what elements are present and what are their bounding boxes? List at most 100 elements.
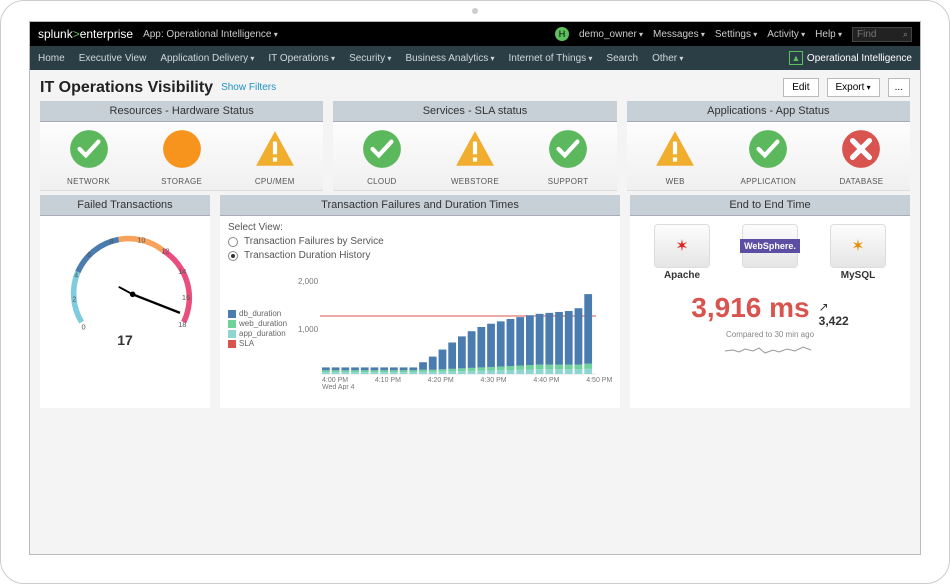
- status-label: APPLICATION: [741, 177, 797, 186]
- status-cpumem[interactable]: CPU/MEM: [240, 128, 310, 186]
- messages-menu[interactable]: Messages: [653, 29, 705, 40]
- device-camera: [472, 8, 478, 14]
- tfd-header: Transaction Failures and Duration Times: [220, 195, 620, 216]
- e2e-compared-label: Compared to 30 min ago: [638, 330, 902, 339]
- server-apache: ✶Apache: [645, 224, 719, 282]
- nav-other[interactable]: Other: [652, 53, 683, 64]
- status-application[interactable]: APPLICATION: [733, 128, 803, 186]
- status-label: NETWORK: [67, 177, 110, 186]
- nav-it-operations[interactable]: IT Operations: [268, 53, 335, 64]
- status-label: WEB: [666, 177, 685, 186]
- nav-home[interactable]: Home: [38, 53, 65, 64]
- svg-text:8: 8: [109, 237, 113, 246]
- select-view-label: Select View:: [228, 222, 612, 233]
- user-avatar[interactable]: H: [555, 27, 569, 41]
- status-webstore[interactable]: WEBSTORE: [440, 128, 510, 186]
- show-filters-link[interactable]: Show Filters: [221, 82, 276, 93]
- svg-text:18: 18: [178, 320, 186, 329]
- gauge-chart: 0 2 4 6 8 10 12 14 16 18: [48, 220, 208, 350]
- svg-text:4:30 PM: 4:30 PM: [481, 377, 507, 384]
- edit-button[interactable]: Edit: [783, 78, 818, 97]
- status-label: CPU/MEM: [255, 177, 295, 186]
- status-label: WEBSTORE: [451, 177, 499, 186]
- sla-header: Services - SLA status: [333, 101, 616, 122]
- svg-text:2,000: 2,000: [298, 277, 319, 286]
- status-network[interactable]: NETWORK: [54, 128, 124, 186]
- svg-text:12: 12: [161, 246, 169, 255]
- end-to-end-panel: End to End Time ✶ApacheWebSphere.✶MySQL …: [630, 195, 910, 408]
- status-label: CLOUD: [367, 177, 397, 186]
- err-icon: [840, 128, 882, 173]
- svg-text:2: 2: [72, 295, 76, 304]
- sla-panel: Services - SLA status CLOUD WEBSTORE SUPPO…: [333, 101, 616, 191]
- sparkline: [725, 341, 815, 357]
- more-button[interactable]: ...: [888, 78, 910, 97]
- app-selector[interactable]: App: Operational Intelligence: [143, 29, 278, 40]
- apps-header: Applications - App Status: [627, 101, 910, 122]
- status-cloud[interactable]: CLOUD: [347, 128, 417, 186]
- ok-icon: [68, 128, 110, 173]
- ok-icon: [547, 128, 589, 173]
- svg-text:4:40 PM: 4:40 PM: [533, 377, 559, 384]
- e2e-previous: ↗ 3,422: [819, 300, 849, 328]
- hardware-header: Resources - Hardware Status: [40, 101, 323, 122]
- svg-text:1,000: 1,000: [298, 325, 319, 334]
- nav-business-analytics[interactable]: Business Analytics: [405, 53, 494, 64]
- svg-text:Wed Apr 4: Wed Apr 4: [322, 384, 355, 390]
- radio-duration-history[interactable]: Transaction Duration History: [228, 250, 612, 261]
- status-web[interactable]: WEB: [640, 128, 710, 186]
- server-icon: ✶: [830, 224, 886, 268]
- ok-icon: [361, 128, 403, 173]
- storage-icon: [161, 128, 203, 173]
- warn-icon: [254, 128, 296, 173]
- status-storage[interactable]: STORAGE: [147, 128, 217, 186]
- brand-logo[interactable]: splunk>enterprise: [38, 27, 133, 41]
- svg-text:4:00 PM: 4:00 PM: [322, 377, 348, 384]
- status-label: SUPPORT: [548, 177, 589, 186]
- e2e-value: 3,916 ms: [691, 292, 809, 324]
- status-database[interactable]: DATABASE: [826, 128, 896, 186]
- server-icon: ✶: [654, 224, 710, 268]
- page-header: IT Operations Visibility Show Filters Ed…: [30, 70, 920, 101]
- nav-security[interactable]: Security: [349, 53, 391, 64]
- svg-text:4:20 PM: 4:20 PM: [428, 377, 454, 384]
- nav-executive-view[interactable]: Executive View: [79, 53, 147, 64]
- svg-text:16: 16: [182, 293, 190, 302]
- server-websphere: WebSphere.: [733, 224, 807, 282]
- trend-up-icon: ↗: [819, 300, 829, 314]
- apps-panel: Applications - App Status WEB APPLICATION…: [627, 101, 910, 191]
- warn-icon: [654, 128, 696, 173]
- nav-application-delivery[interactable]: Application Delivery: [160, 53, 254, 64]
- export-button[interactable]: Export: [827, 78, 880, 97]
- server-icon: WebSphere.: [742, 224, 798, 268]
- page-title: IT Operations Visibility: [40, 79, 213, 97]
- user-menu[interactable]: demo_owner: [579, 29, 643, 40]
- e2e-header: End to End Time: [630, 195, 910, 216]
- svg-text:4:10 PM: 4:10 PM: [375, 377, 401, 384]
- ok-icon: [747, 128, 789, 173]
- svg-text:10: 10: [137, 235, 145, 244]
- server-mysql: ✶MySQL: [821, 224, 895, 282]
- activity-menu[interactable]: Activity: [767, 29, 805, 40]
- failed-transactions-panel: Failed Transactions 0 2 4 6 8 10 12 14 1…: [40, 195, 210, 408]
- settings-menu[interactable]: Settings: [715, 29, 757, 40]
- failed-transactions-header: Failed Transactions: [40, 195, 210, 216]
- svg-text:6: 6: [87, 250, 91, 259]
- opintel-label: Operational Intelligence: [807, 53, 912, 64]
- opintel-icon: ▲: [789, 51, 803, 65]
- help-menu[interactable]: Help: [815, 29, 842, 40]
- status-label: STORAGE: [161, 177, 202, 186]
- nav-bar: Home Executive View Application Delivery…: [30, 46, 920, 70]
- status-support[interactable]: SUPPORT: [533, 128, 603, 186]
- nav-iot[interactable]: Internet of Things: [509, 53, 593, 64]
- nav-search[interactable]: Search: [606, 53, 638, 64]
- radio-failures-by-service[interactable]: Transaction Failures by Service: [228, 236, 612, 247]
- radio-icon: [228, 237, 238, 247]
- gauge-value: 17: [117, 332, 133, 348]
- status-label: DATABASE: [839, 177, 883, 186]
- svg-text:14: 14: [178, 267, 186, 276]
- svg-text:4: 4: [74, 271, 78, 280]
- nav-opintel[interactable]: ▲ Operational Intelligence: [789, 51, 912, 65]
- svg-text:4:50 PM: 4:50 PM: [586, 377, 612, 384]
- transaction-failures-panel: Transaction Failures and Duration Times …: [220, 195, 620, 408]
